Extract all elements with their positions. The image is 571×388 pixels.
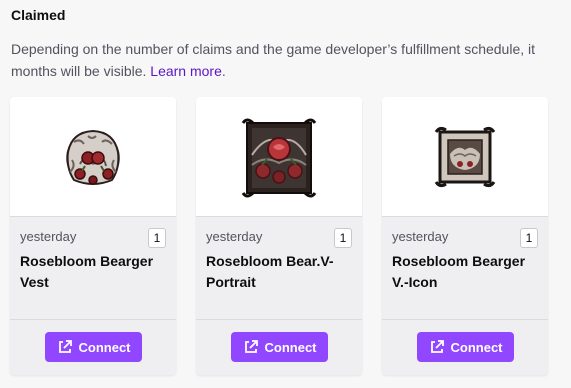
connect-button[interactable]: Connect (417, 332, 514, 362)
reward-name: Rosebloom Bearger V.-Icon (392, 253, 526, 290)
rosebloom-icon-image (434, 126, 496, 187)
card-divider (196, 319, 362, 320)
external-link-icon (244, 340, 258, 353)
reward-card: yesterday 1 Rosebloom Bearger V.-Icon Co… (382, 97, 548, 375)
reward-card: yesterday 1 Rosebloom Bearger Vest Conne… (10, 97, 176, 375)
connect-button[interactable]: Connect (45, 332, 142, 362)
connect-button[interactable]: Connect (231, 332, 328, 362)
reward-thumbnail (382, 97, 548, 217)
connect-button-label: Connect (450, 339, 503, 355)
connect-button-label: Connect (78, 339, 131, 355)
connect-button-label: Connect (264, 339, 317, 355)
quantity-badge: 1 (520, 228, 538, 248)
claim-date: yesterday (392, 229, 449, 244)
external-link-icon (58, 340, 72, 353)
claimed-section: Claimed Depending on the number of claim… (0, 0, 571, 388)
learn-more-link[interactable]: Learn more (150, 63, 222, 79)
card-divider (10, 319, 176, 320)
rosebloom-portrait-image (241, 118, 317, 197)
section-description: Depending on the number of claims and th… (11, 38, 571, 82)
reward-name: Rosebloom Bearger Vest (20, 253, 154, 290)
external-link-icon (430, 340, 444, 353)
rosebloom-bearger-vest-image (66, 129, 120, 185)
description-line-1: Depending on the number of claims and th… (11, 41, 536, 57)
reward-thumbnail (10, 97, 176, 217)
quantity-badge: 1 (148, 228, 166, 248)
card-divider (382, 319, 548, 320)
section-title: Claimed (11, 7, 66, 23)
claim-date: yesterday (206, 229, 263, 244)
reward-name: Rosebloom Bear.V-Portrait (206, 253, 334, 290)
claim-date: yesterday (20, 229, 77, 244)
description-line-2: months will be visible. Learn more. (11, 63, 226, 79)
quantity-badge: 1 (334, 228, 352, 248)
reward-thumbnail (196, 97, 362, 217)
reward-card: yesterday 1 Rosebloom Bear.V-Portrait Co… (196, 97, 362, 375)
